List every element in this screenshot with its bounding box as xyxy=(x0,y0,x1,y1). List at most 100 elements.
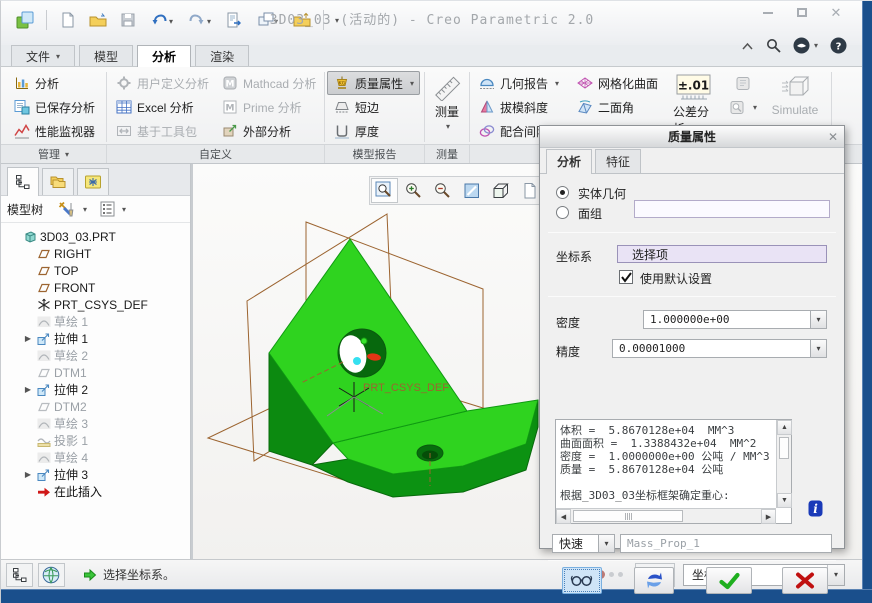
external-analysis-button[interactable]: 外部分析 xyxy=(215,119,322,143)
scroll-up-icon[interactable]: ▲ xyxy=(777,420,792,435)
tree-item[interactable]: ▶ 拉伸 3 xyxy=(1,466,190,483)
density-dropdown-icon[interactable]: ▾ xyxy=(810,310,827,329)
help-icon[interactable]: ? xyxy=(830,37,847,54)
solid-geometry-radio[interactable] xyxy=(556,186,569,199)
tree-item-label[interactable]: 拉伸 2 xyxy=(54,381,88,398)
dialog-titlebar[interactable]: 质量属性 ✕ xyxy=(540,126,844,148)
chevron-down-icon[interactable]: ▾ xyxy=(555,79,559,88)
ok-button[interactable] xyxy=(706,567,752,594)
tree-item[interactable]: 草绘 4 xyxy=(1,449,190,466)
cancel-button[interactable] xyxy=(782,567,828,594)
tab-favorites[interactable] xyxy=(77,168,109,195)
minimize-button[interactable] xyxy=(755,5,781,20)
dialog-close-icon[interactable]: ✕ xyxy=(822,130,844,144)
info-icon[interactable]: i xyxy=(808,499,823,518)
tree-item-label[interactable]: 草绘 2 xyxy=(54,347,88,364)
tree-item-label[interactable]: RIGHT xyxy=(54,247,91,261)
tree-item[interactable]: ▶ 拉伸 2 xyxy=(1,381,190,398)
mode-dropdown-icon[interactable]: ▾ xyxy=(598,534,615,553)
tree-item-label[interactable]: 在此插入 xyxy=(54,483,102,500)
toggle-navigator-button[interactable] xyxy=(6,563,33,587)
tree-item[interactable]: DTM2 xyxy=(1,398,190,415)
expand-arrow-icon[interactable]: ▶ xyxy=(23,385,33,394)
triad-green-dot[interactable] xyxy=(361,338,367,344)
geometry-report-button[interactable]: 几何报告▾ xyxy=(472,71,570,95)
triad-cyan-dot[interactable] xyxy=(353,357,361,365)
tab-model-tree[interactable] xyxy=(7,167,39,196)
tree-item-label[interactable]: DTM2 xyxy=(54,400,87,414)
expand-arrow-icon[interactable]: ▶ xyxy=(23,334,33,343)
zoom-in-button[interactable] xyxy=(400,178,427,203)
tree-tools-icon[interactable] xyxy=(57,201,77,218)
mass-properties-button[interactable]: KG质量属性▾ xyxy=(327,71,420,95)
chevron-down-icon[interactable]: ▾ xyxy=(83,205,87,214)
tree-item-label[interactable]: 拉伸 1 xyxy=(54,330,88,347)
chevron-down-icon[interactable]: ▾ xyxy=(410,79,414,88)
analysis-button[interactable]: 分析 xyxy=(7,71,101,95)
expand-arrow-icon[interactable]: ▶ xyxy=(23,470,33,479)
tree-item[interactable]: DTM1 xyxy=(1,364,190,381)
quilt-collector-field[interactable] xyxy=(634,200,830,218)
tree-item[interactable]: 在此插入 xyxy=(1,483,190,500)
tab-folder-browser[interactable] xyxy=(42,168,74,195)
tree-item-label[interactable]: 投影 1 xyxy=(54,432,88,449)
tree-item-label[interactable]: 草绘 3 xyxy=(54,415,88,432)
zoom-out-button[interactable] xyxy=(429,178,456,203)
use-default-checkbox[interactable] xyxy=(619,270,633,284)
close-button[interactable]: ✕ xyxy=(823,5,849,20)
group-manage[interactable]: 管理▾ xyxy=(1,145,107,163)
accuracy-field[interactable]: 0.00001000 xyxy=(612,339,811,358)
search-icon[interactable] xyxy=(766,38,781,53)
tree-item-label[interactable]: TOP xyxy=(54,264,78,278)
thickness-button[interactable]: 厚度 xyxy=(327,119,420,143)
scroll-thumb[interactable] xyxy=(779,437,789,459)
tab-file[interactable]: 文件▾ xyxy=(11,45,75,66)
tree-item[interactable]: TOP xyxy=(1,262,190,279)
tab-analysis[interactable]: 分析 xyxy=(137,45,191,67)
repeat-button[interactable] xyxy=(634,567,674,594)
maximize-button[interactable] xyxy=(789,5,815,20)
tree-item-label[interactable]: PRT_CSYS_DEF xyxy=(54,298,148,312)
tree-item[interactable]: ▶ 拉伸 1 xyxy=(1,330,190,347)
saved-analysis-button[interactable]: 已保存分析 xyxy=(7,95,101,119)
tree-item[interactable]: 投影 1 xyxy=(1,432,190,449)
scroll-left-icon[interactable]: ◀ xyxy=(556,509,571,524)
csys-collector-field[interactable]: 选择项 xyxy=(617,245,827,263)
tab-model[interactable]: 模型 xyxy=(79,45,133,66)
repaint-button[interactable] xyxy=(458,178,485,203)
dihedral-angle-button[interactable]: 二面角 xyxy=(570,95,664,119)
tree-item-label[interactable]: 草绘 4 xyxy=(54,449,88,466)
tree-item-label[interactable]: 3D03_03.PRT xyxy=(40,230,116,244)
chevron-down-icon[interactable]: ▾ xyxy=(122,205,126,214)
preview-button[interactable] xyxy=(562,567,602,594)
tree-item[interactable]: RIGHT xyxy=(1,245,190,262)
tree-item-label[interactable]: 草绘 1 xyxy=(54,313,88,330)
dialog-tab-feature[interactable]: 特征 xyxy=(595,149,641,173)
tree-item[interactable]: 草绘 1 xyxy=(1,313,190,330)
tree-item[interactable]: 草绘 2 xyxy=(1,347,190,364)
dialog-tab-analysis[interactable]: 分析 xyxy=(546,149,592,174)
tree-settings-icon[interactable] xyxy=(99,201,116,217)
zoom-fit-button[interactable] xyxy=(371,178,398,203)
quilt-radio[interactable] xyxy=(556,206,569,219)
community-menu[interactable]: ▾ xyxy=(793,37,818,54)
tree-item-label[interactable]: DTM1 xyxy=(54,366,87,380)
scroll-right-icon[interactable]: ▶ xyxy=(761,509,776,524)
tree-item[interactable]: PRT_CSYS_DEF xyxy=(1,296,190,313)
measure-button[interactable]: 测量▾ xyxy=(430,71,465,134)
tree-item[interactable]: 草绘 3 xyxy=(1,415,190,432)
analysis-name-field[interactable]: Mass_Prop_1 xyxy=(620,534,832,553)
accuracy-dropdown-icon[interactable]: ▾ xyxy=(810,339,827,358)
chevron-down-icon[interactable]: ▾ xyxy=(827,565,844,585)
draft-check-button[interactable]: 拔模斜度 xyxy=(472,95,570,119)
part-3d-model[interactable] xyxy=(269,239,538,497)
performance-monitor-button[interactable]: 性能监视器 xyxy=(7,119,101,143)
toggle-browser-button[interactable] xyxy=(38,563,65,587)
short-edge-button[interactable]: 短边 xyxy=(327,95,420,119)
tree-item[interactable]: 3D03_03.PRT xyxy=(1,228,190,245)
tree-item-label[interactable]: 拉伸 3 xyxy=(54,466,88,483)
vertical-scrollbar[interactable]: ▲ ▼ xyxy=(776,420,791,508)
mode-combo-value[interactable]: 快速 xyxy=(552,534,599,553)
excel-analysis-button[interactable]: Excel 分析 xyxy=(109,95,215,119)
tree-item[interactable]: FRONT xyxy=(1,279,190,296)
